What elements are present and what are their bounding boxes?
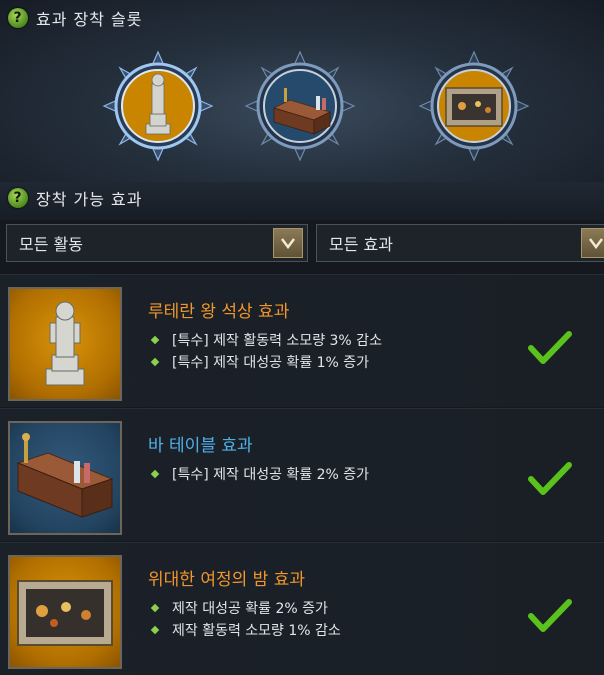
equip-slot-header: ? 효과 장착 슬롯 bbox=[8, 6, 143, 30]
effect-line: 제작 활동력 소모량 1% 감소 bbox=[150, 619, 341, 641]
equip-slot-title: 효과 장착 슬롯 bbox=[36, 10, 143, 29]
bullet-icon bbox=[150, 357, 160, 367]
checkmark-icon bbox=[528, 462, 572, 495]
bar-table-icon bbox=[16, 433, 114, 518]
effect-line: [특수] 제작 대성공 확률 1% 증가 bbox=[150, 351, 382, 373]
checkmark-icon bbox=[528, 599, 572, 632]
effect-line-text: 제작 활동력 소모량 1% 감소 bbox=[172, 623, 341, 639]
activity-filter-dropdown[interactable]: 모든 활동 bbox=[6, 224, 308, 262]
chevron-down-icon[interactable] bbox=[273, 228, 303, 258]
effect-line: 제작 대성공 확률 2% 증가 bbox=[150, 597, 341, 619]
painting-icon bbox=[445, 87, 503, 127]
effect-filter-dropdown[interactable]: 모든 효과 bbox=[316, 224, 604, 262]
available-effects-header: ? 장착 가능 효과 bbox=[8, 186, 143, 210]
bar-table-thumbnail bbox=[8, 421, 122, 535]
effect-lines: 제작 대성공 확률 2% 증가 제작 활동력 소모량 1% 감소 bbox=[150, 597, 341, 641]
effect-lines: [특수] 제작 대성공 확률 2% 증가 bbox=[150, 463, 369, 485]
effect-card-painting[interactable]: 위대한 여정의 밤 효과 제작 대성공 확률 2% 증가 제작 활동력 소모량 … bbox=[0, 542, 604, 675]
effect-card-bar-table[interactable]: 바 테이블 효과 [특수] 제작 대성공 확률 2% 증가 bbox=[0, 408, 604, 541]
bullet-icon bbox=[150, 469, 160, 479]
chevron-down-icon[interactable] bbox=[581, 228, 604, 258]
effect-filter-value: 모든 효과 bbox=[329, 235, 393, 254]
bullet-icon bbox=[150, 603, 160, 613]
effect-title: 바 테이블 효과 bbox=[148, 436, 253, 456]
effect-lines: [특수] 제작 활동력 소모량 3% 감소 [특수] 제작 대성공 확률 1% … bbox=[150, 329, 382, 373]
help-icon[interactable]: ? bbox=[8, 8, 28, 28]
activity-filter-value: 모든 활동 bbox=[19, 235, 83, 254]
slot-painting[interactable] bbox=[418, 50, 530, 162]
slot-bar-table[interactable] bbox=[244, 50, 356, 162]
painting-icon bbox=[17, 580, 113, 646]
help-icon[interactable]: ? bbox=[8, 188, 28, 208]
effect-line-text: [특수] 제작 활동력 소모량 3% 감소 bbox=[172, 333, 382, 349]
checkmark-icon bbox=[528, 331, 572, 364]
bullet-icon bbox=[150, 335, 160, 345]
slot-statue[interactable] bbox=[102, 50, 214, 162]
available-effects-title: 장착 가능 효과 bbox=[36, 190, 143, 209]
painting-thumbnail bbox=[8, 555, 122, 669]
bullet-icon bbox=[150, 625, 160, 635]
effect-title: 루테란 왕 석상 효과 bbox=[148, 302, 290, 322]
effect-card-statue[interactable]: 루테란 왕 석상 효과 [특수] 제작 활동력 소모량 3% 감소 [특수] 제… bbox=[0, 274, 604, 407]
effect-line-text: [특수] 제작 대성공 확률 1% 증가 bbox=[172, 355, 370, 371]
effect-title: 위대한 여정의 밤 효과 bbox=[148, 570, 305, 590]
statue-icon bbox=[45, 301, 85, 386]
effect-line-text: [특수] 제작 대성공 확률 2% 증가 bbox=[172, 467, 370, 483]
effect-line-text: 제작 대성공 확률 2% 증가 bbox=[172, 601, 328, 617]
statue-thumbnail bbox=[8, 287, 122, 401]
effect-line: [특수] 제작 대성공 확률 2% 증가 bbox=[150, 463, 369, 485]
effect-line: [특수] 제작 활동력 소모량 3% 감소 bbox=[150, 329, 382, 351]
